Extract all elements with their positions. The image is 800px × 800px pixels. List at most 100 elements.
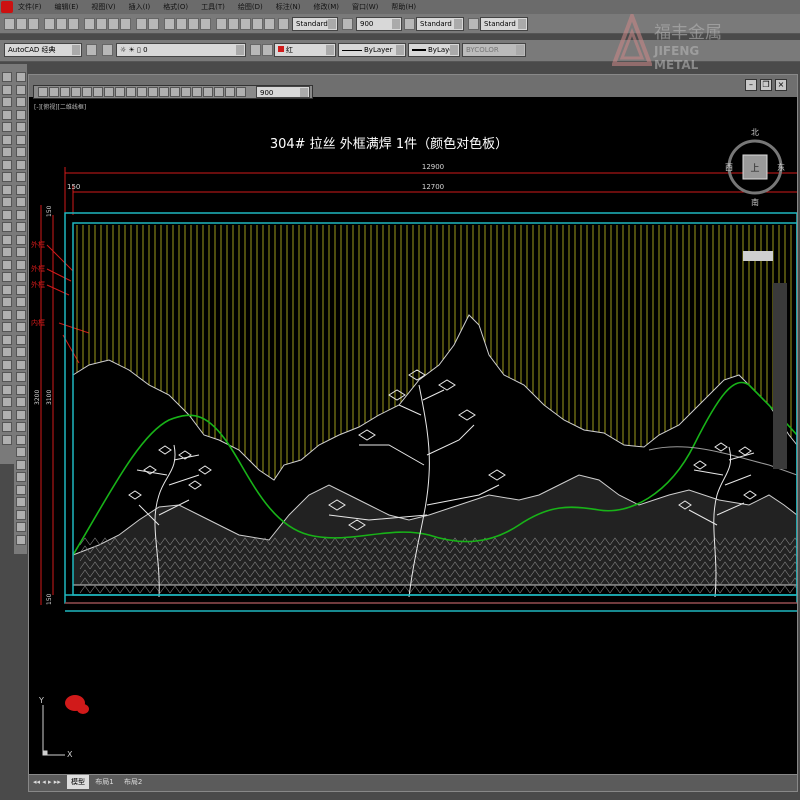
modify-tool-icon[interactable] xyxy=(16,247,26,257)
zoom-window-icon[interactable] xyxy=(188,18,199,30)
draw-tool-icon[interactable] xyxy=(2,159,12,170)
draw-tool-icon[interactable] xyxy=(2,309,12,320)
modify-tool-icon[interactable] xyxy=(16,434,26,445)
workspace-settings-icon[interactable] xyxy=(86,44,97,56)
dim-scale-select[interactable]: 900 xyxy=(356,17,402,31)
modify-tool-icon[interactable] xyxy=(16,409,26,420)
viewcube-north[interactable]: 北 xyxy=(751,128,759,137)
menu-dimension[interactable]: 标注(N) xyxy=(276,2,301,12)
draw-tool-icon[interactable] xyxy=(2,384,12,395)
modify-tool-icon[interactable] xyxy=(16,172,26,182)
autocad-app-icon[interactable] xyxy=(1,1,13,13)
modify-tool-icon[interactable] xyxy=(16,134,26,145)
viewcube-east[interactable]: 东 xyxy=(777,162,785,172)
draw-tool-icon[interactable] xyxy=(2,134,12,145)
modify-tool-icon[interactable] xyxy=(16,347,26,357)
modify-tool-icon[interactable] xyxy=(16,522,26,532)
cut-icon[interactable] xyxy=(84,18,95,30)
modify-tool-icon[interactable] xyxy=(16,272,26,282)
menu-tools[interactable]: 工具(T) xyxy=(201,2,225,12)
modify-tool-icon[interactable] xyxy=(16,509,26,520)
modify-tool-icon[interactable] xyxy=(16,259,26,270)
save-icon[interactable] xyxy=(28,18,39,30)
draw-tool-icon[interactable] xyxy=(2,422,12,432)
draw-tool-icon[interactable] xyxy=(2,297,12,307)
menu-window[interactable]: 窗口(W) xyxy=(352,2,378,12)
modify-tool-icon[interactable] xyxy=(16,222,26,232)
modify-tool-icon[interactable] xyxy=(16,72,26,82)
draw-tool-icon[interactable] xyxy=(2,284,12,295)
layer-manager-icon[interactable] xyxy=(102,44,113,56)
workspace-select[interactable]: AutoCAD 经典 xyxy=(4,43,82,57)
text-style-select[interactable]: Standard xyxy=(292,17,338,31)
draw-tool-icon[interactable] xyxy=(2,247,12,257)
draw-tool-icon[interactable] xyxy=(2,147,12,157)
modify-tool-icon[interactable] xyxy=(16,459,26,470)
tool-palettes-icon[interactable] xyxy=(240,18,251,30)
layer-select[interactable]: ☼ ☀ ▯ 0 xyxy=(116,43,246,57)
modify-tool-icon[interactable] xyxy=(16,322,26,332)
properties-icon[interactable] xyxy=(216,18,227,30)
modify-tool-icon[interactable] xyxy=(16,97,26,107)
print-icon[interactable] xyxy=(44,18,55,30)
modify-tool-icon[interactable] xyxy=(16,309,26,320)
menu-file[interactable]: 文件(F) xyxy=(18,2,42,12)
match-properties-icon[interactable] xyxy=(120,18,131,30)
draw-tool-icon[interactable] xyxy=(2,97,12,107)
zoom-previous-icon[interactable] xyxy=(200,18,211,30)
dim-style-icon[interactable] xyxy=(342,18,353,30)
modify-tool-icon[interactable] xyxy=(16,109,26,120)
draw-tool-icon[interactable] xyxy=(2,259,12,270)
modify-tool-icon[interactable] xyxy=(16,384,26,395)
modify-tool-icon[interactable] xyxy=(16,484,26,495)
modify-tool-icon[interactable] xyxy=(16,472,26,482)
draw-tool-icon[interactable] xyxy=(2,122,12,132)
modify-tool-icon[interactable] xyxy=(16,397,26,407)
modify-tool-icon[interactable] xyxy=(16,122,26,132)
draw-tool-icon[interactable] xyxy=(2,347,12,357)
tab-model[interactable]: 模型 xyxy=(67,775,89,789)
modify-tool-icon[interactable] xyxy=(16,497,26,507)
modify-tool-icon[interactable] xyxy=(16,284,26,295)
draw-tool-icon[interactable] xyxy=(2,84,12,95)
draw-tool-icon[interactable] xyxy=(2,197,12,207)
modify-tool-icon[interactable] xyxy=(16,234,26,245)
modify-tool-icon[interactable] xyxy=(16,372,26,382)
viewcube-south[interactable]: 南 xyxy=(751,197,759,207)
linetype-select[interactable]: ByLayer xyxy=(338,43,406,57)
modify-tool-icon[interactable] xyxy=(16,297,26,307)
pan-icon[interactable] xyxy=(164,18,175,30)
draw-tool-icon[interactable] xyxy=(2,72,12,82)
open-file-icon[interactable] xyxy=(16,18,27,30)
text-style-icon[interactable] xyxy=(278,18,289,30)
modify-tool-icon[interactable] xyxy=(16,334,26,345)
table-style-select[interactable]: Standard xyxy=(480,17,528,31)
design-center-icon[interactable] xyxy=(228,18,239,30)
lineweight-select[interactable]: ByLayer xyxy=(408,43,460,57)
publish-icon[interactable] xyxy=(68,18,79,30)
draw-tool-icon[interactable] xyxy=(2,209,12,220)
calculator-icon[interactable] xyxy=(264,18,275,30)
menu-format[interactable]: 格式(O) xyxy=(163,2,188,12)
color-select[interactable]: 红 xyxy=(274,43,336,57)
sheet-set-icon[interactable] xyxy=(252,18,263,30)
menu-help[interactable]: 帮助(H) xyxy=(391,2,416,12)
modify-tool-icon[interactable] xyxy=(16,447,26,457)
draw-tool-icon[interactable] xyxy=(2,222,12,232)
modify-tool-icon[interactable] xyxy=(16,422,26,432)
layer-previous-icon[interactable] xyxy=(262,44,273,56)
draw-tool-icon[interactable] xyxy=(2,272,12,282)
draw-tool-icon[interactable] xyxy=(2,434,12,445)
draw-tool-icon[interactable] xyxy=(2,359,12,370)
draw-tool-icon[interactable] xyxy=(2,234,12,245)
copy-icon[interactable] xyxy=(96,18,107,30)
draw-tool-icon[interactable] xyxy=(2,334,12,345)
viewcube-west[interactable]: 西 xyxy=(725,163,733,172)
undo-icon[interactable] xyxy=(136,18,147,30)
zoom-realtime-icon[interactable] xyxy=(176,18,187,30)
modify-tool-icon[interactable] xyxy=(16,197,26,207)
paste-icon[interactable] xyxy=(108,18,119,30)
table-style-icon[interactable] xyxy=(404,18,415,30)
modify-tool-icon[interactable] xyxy=(16,84,26,95)
redo-icon[interactable] xyxy=(148,18,159,30)
